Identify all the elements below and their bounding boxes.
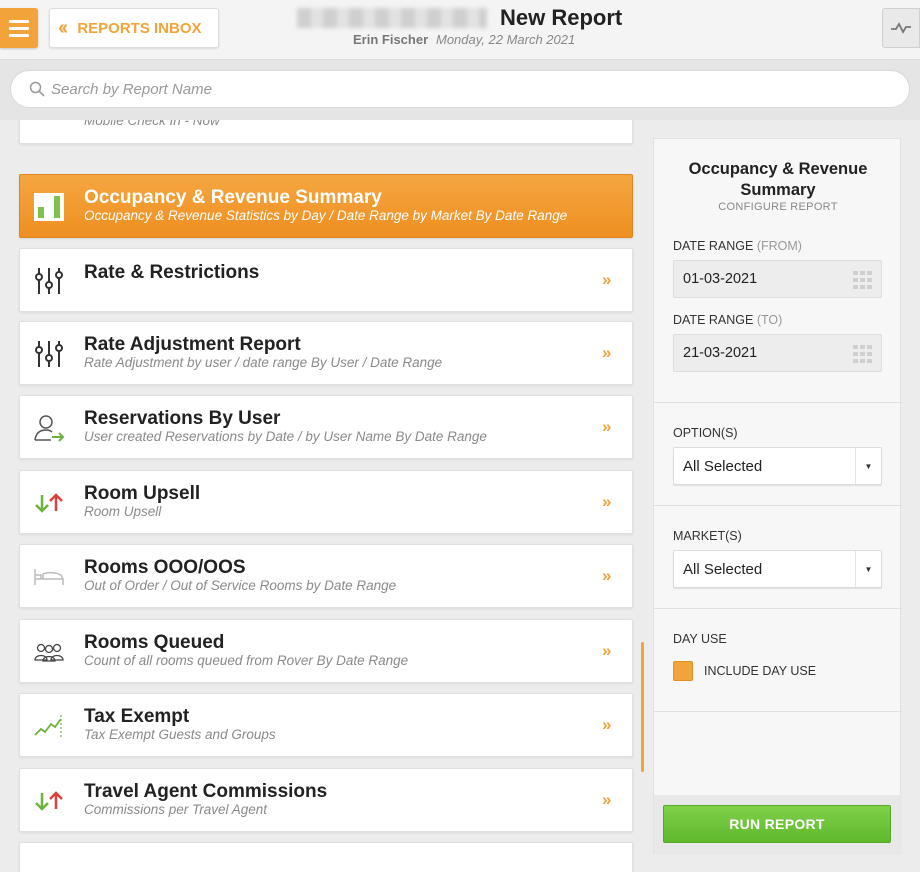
report-item-room-upsell[interactable]: Room Upsell Room Upsell »: [19, 470, 633, 534]
divider: [654, 711, 902, 712]
caret-down-icon: ▼: [855, 448, 881, 484]
configure-report-panel: Occupancy & Revenue Summary CONFIGURE RE…: [653, 138, 902, 855]
search-icon: [29, 81, 45, 97]
bed-icon: [32, 561, 66, 593]
report-desc: Mobile Check In - Now: [84, 120, 220, 128]
chevron-right-icon: »: [602, 492, 612, 511]
chevron-right-icon: »: [602, 715, 612, 734]
report-item-rate-adjustment[interactable]: Rate Adjustment Report Rate Adjustment b…: [19, 321, 633, 385]
include-day-use-checkbox[interactable]: [673, 661, 693, 681]
report-list[interactable]: Mobile Check In - Now Occupancy & Revenu…: [0, 120, 645, 872]
report-desc: Commissions per Travel Agent: [84, 802, 268, 817]
report-desc: Tax Exempt Guests and Groups: [84, 727, 276, 742]
divider: [654, 608, 902, 609]
page-title: New Report: [500, 5, 623, 30]
mobile-checkin-icon: [32, 120, 66, 133]
report-name: Rate & Restrictions: [84, 262, 260, 283]
menu-bar: [9, 26, 29, 30]
date-from-label: DATE RANGE (FROM): [673, 239, 802, 253]
report-item-rate-restrictions[interactable]: Rate & Restrictions »: [19, 248, 633, 312]
sliders-icon: [32, 265, 66, 297]
calendar-grid-icon: [853, 345, 872, 363]
report-name: Room Upsell: [84, 483, 201, 504]
day-use-label: DAY USE: [673, 632, 727, 646]
date-from-suffix: (FROM): [756, 239, 802, 253]
hotel-name-redacted: [297, 8, 487, 28]
include-day-use-label[interactable]: INCLUDE DAY USE: [704, 664, 816, 678]
chevron-right-icon: »: [602, 417, 612, 436]
run-report-button[interactable]: RUN REPORT: [663, 805, 891, 843]
report-desc: Rate Adjustment by user / date range By …: [84, 355, 443, 370]
top-header: ‹‹ REPORTS INBOX New Report Erin Fischer…: [0, 0, 920, 60]
date-to-value: 21-03-2021: [683, 345, 758, 361]
markets-label: MARKET(S): [673, 529, 742, 543]
date-from-value: 01-03-2021: [683, 271, 758, 287]
report-desc: Count of all rooms queued from Rover By …: [84, 653, 409, 668]
markets-value: All Selected: [683, 560, 763, 578]
report-item-mobile-checkin[interactable]: Mobile Check In - Now: [19, 120, 633, 144]
user-arrow-icon: [32, 412, 66, 444]
bar-chart-icon: [32, 191, 66, 223]
activity-button[interactable]: [882, 8, 920, 48]
report-name: Rooms Queued: [84, 632, 225, 653]
search-box[interactable]: [10, 70, 910, 108]
reports-inbox-label: REPORTS INBOX: [77, 19, 202, 37]
menu-bar: [9, 33, 29, 37]
config-title: Occupancy & Revenue Summary: [688, 160, 868, 199]
report-item-travel-agent-commissions[interactable]: Travel Agent Commissions Commissions per…: [19, 768, 633, 832]
caret-down-icon: ▼: [855, 551, 881, 587]
options-select[interactable]: All Selected ▼: [673, 447, 882, 485]
reports-inbox-button[interactable]: ‹‹ REPORTS INBOX: [49, 8, 219, 48]
calendar-grid-icon: [853, 271, 872, 289]
double-chevron-left-icon: ‹‹: [58, 16, 68, 39]
date-to-field[interactable]: 21-03-2021: [673, 334, 882, 372]
sliders-icon: [32, 338, 66, 370]
divider: [654, 505, 902, 506]
chevron-right-icon: »: [602, 343, 612, 362]
report-item-rooms-ooo-oos[interactable]: Rooms OOO/OOS Out of Order / Out of Serv…: [19, 544, 633, 608]
date-to-label: DATE RANGE (TO): [673, 313, 782, 327]
report-name: Reservations By User: [84, 408, 281, 429]
report-item-next[interactable]: [19, 842, 633, 872]
markets-select[interactable]: All Selected ▼: [673, 550, 882, 588]
report-item-reservations-by-user[interactable]: Reservations By User User created Reserv…: [19, 395, 633, 459]
config-subtitle: CONFIGURE REPORT: [718, 201, 838, 213]
trend-line-icon: [32, 710, 66, 742]
date-from-label-text: DATE RANGE: [673, 239, 754, 253]
date-to-label-text: DATE RANGE: [673, 313, 754, 327]
up-down-arrows-icon: [32, 487, 66, 519]
report-item-occupancy-revenue[interactable]: Occupancy & Revenue Summary Occupancy & …: [19, 174, 633, 238]
search-input[interactable]: [51, 80, 751, 98]
run-report-area: RUN REPORT: [654, 795, 902, 855]
divider: [654, 402, 902, 403]
chevron-right-icon: »: [602, 566, 612, 585]
report-item-rooms-queued[interactable]: Rooms Queued Count of all rooms queued f…: [19, 619, 633, 683]
report-desc: Occupancy & Revenue Statistics by Day / …: [84, 208, 568, 223]
list-scrollbar[interactable]: [641, 642, 644, 772]
report-desc: Out of Order / Out of Service Rooms by D…: [84, 578, 397, 593]
people-group-icon: [32, 636, 66, 668]
report-name: Travel Agent Commissions: [84, 781, 328, 802]
report-desc: User created Reservations by Date / by U…: [84, 429, 487, 444]
chevron-right-icon: »: [602, 270, 612, 289]
business-date: Monday, 22 March 2021: [436, 32, 576, 47]
chevron-right-icon: »: [602, 641, 612, 660]
options-label: OPTION(S): [673, 426, 738, 440]
date-from-field[interactable]: 01-03-2021: [673, 260, 882, 298]
report-name: Tax Exempt: [84, 706, 190, 727]
options-value: All Selected: [683, 457, 763, 475]
report-desc: Room Upsell: [84, 504, 162, 519]
search-bar-area: [0, 60, 920, 120]
menu-bar: [9, 19, 29, 23]
date-to-suffix: (TO): [756, 313, 783, 327]
menu-button[interactable]: [0, 8, 38, 48]
report-name: Rooms OOO/OOS: [84, 557, 246, 578]
user-name: Erin Fischer: [353, 32, 429, 47]
chevron-right-icon: »: [602, 790, 612, 809]
pulse-icon: [891, 22, 911, 34]
report-name: Rate Adjustment Report: [84, 334, 301, 355]
report-name: Occupancy & Revenue Summary: [84, 187, 382, 208]
report-item-tax-exempt[interactable]: Tax Exempt Tax Exempt Guests and Groups …: [19, 693, 633, 757]
up-down-arrows-icon: [32, 785, 66, 817]
